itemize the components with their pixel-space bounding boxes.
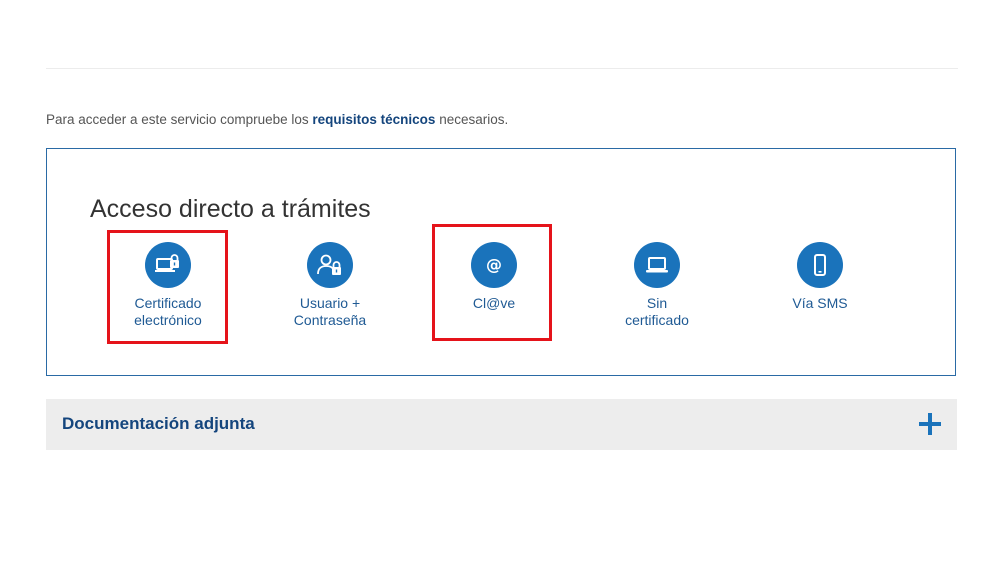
option-sms[interactable]: Vía SMS: [755, 242, 885, 312]
direct-access-title: Acceso directo a trámites: [90, 195, 371, 223]
option-label-no-certificate: Sin certificado: [625, 295, 689, 328]
laptop-icon: [634, 242, 680, 288]
option-electronic-certificate[interactable]: Certificado electrónico: [103, 242, 233, 329]
option-label-sms: Vía SMS: [792, 295, 848, 311]
svg-text:@: @: [486, 255, 502, 274]
user-lock-icon: [307, 242, 353, 288]
option-no-certificate[interactable]: Sin certificado: [592, 242, 722, 329]
intro-text: Para acceder a este servicio compruebe l…: [46, 112, 508, 127]
top-divider: [46, 68, 958, 69]
at-sign-icon: @: [471, 242, 517, 288]
intro-prefix: Para acceder a este servicio compruebe l…: [46, 112, 313, 127]
option-label-clave: Cl@ve: [472, 295, 516, 311]
mobile-phone-icon: [797, 242, 843, 288]
attached-documentation-title: Documentación adjunta: [62, 414, 255, 433]
intro-suffix: necesarios.: [435, 112, 509, 127]
option-clave[interactable]: @ Cl@ve: [429, 242, 559, 312]
option-user-password[interactable]: Usuario + Contraseña: [265, 242, 395, 329]
page: Para acceder a este servicio compruebe l…: [0, 0, 1000, 567]
certificate-lock-icon: [145, 242, 191, 288]
technical-requirements-link[interactable]: requisitos técnicos: [312, 112, 435, 127]
direct-access-panel: Acceso directo a trámites Certificado el…: [46, 148, 956, 376]
option-label-electronic-certificate: Certificado electrónico: [134, 295, 202, 328]
option-label-user-password: Usuario + Contraseña: [293, 295, 367, 328]
attached-documentation-accordion[interactable]: Documentación adjunta: [46, 399, 957, 450]
plus-icon[interactable]: [919, 413, 941, 435]
